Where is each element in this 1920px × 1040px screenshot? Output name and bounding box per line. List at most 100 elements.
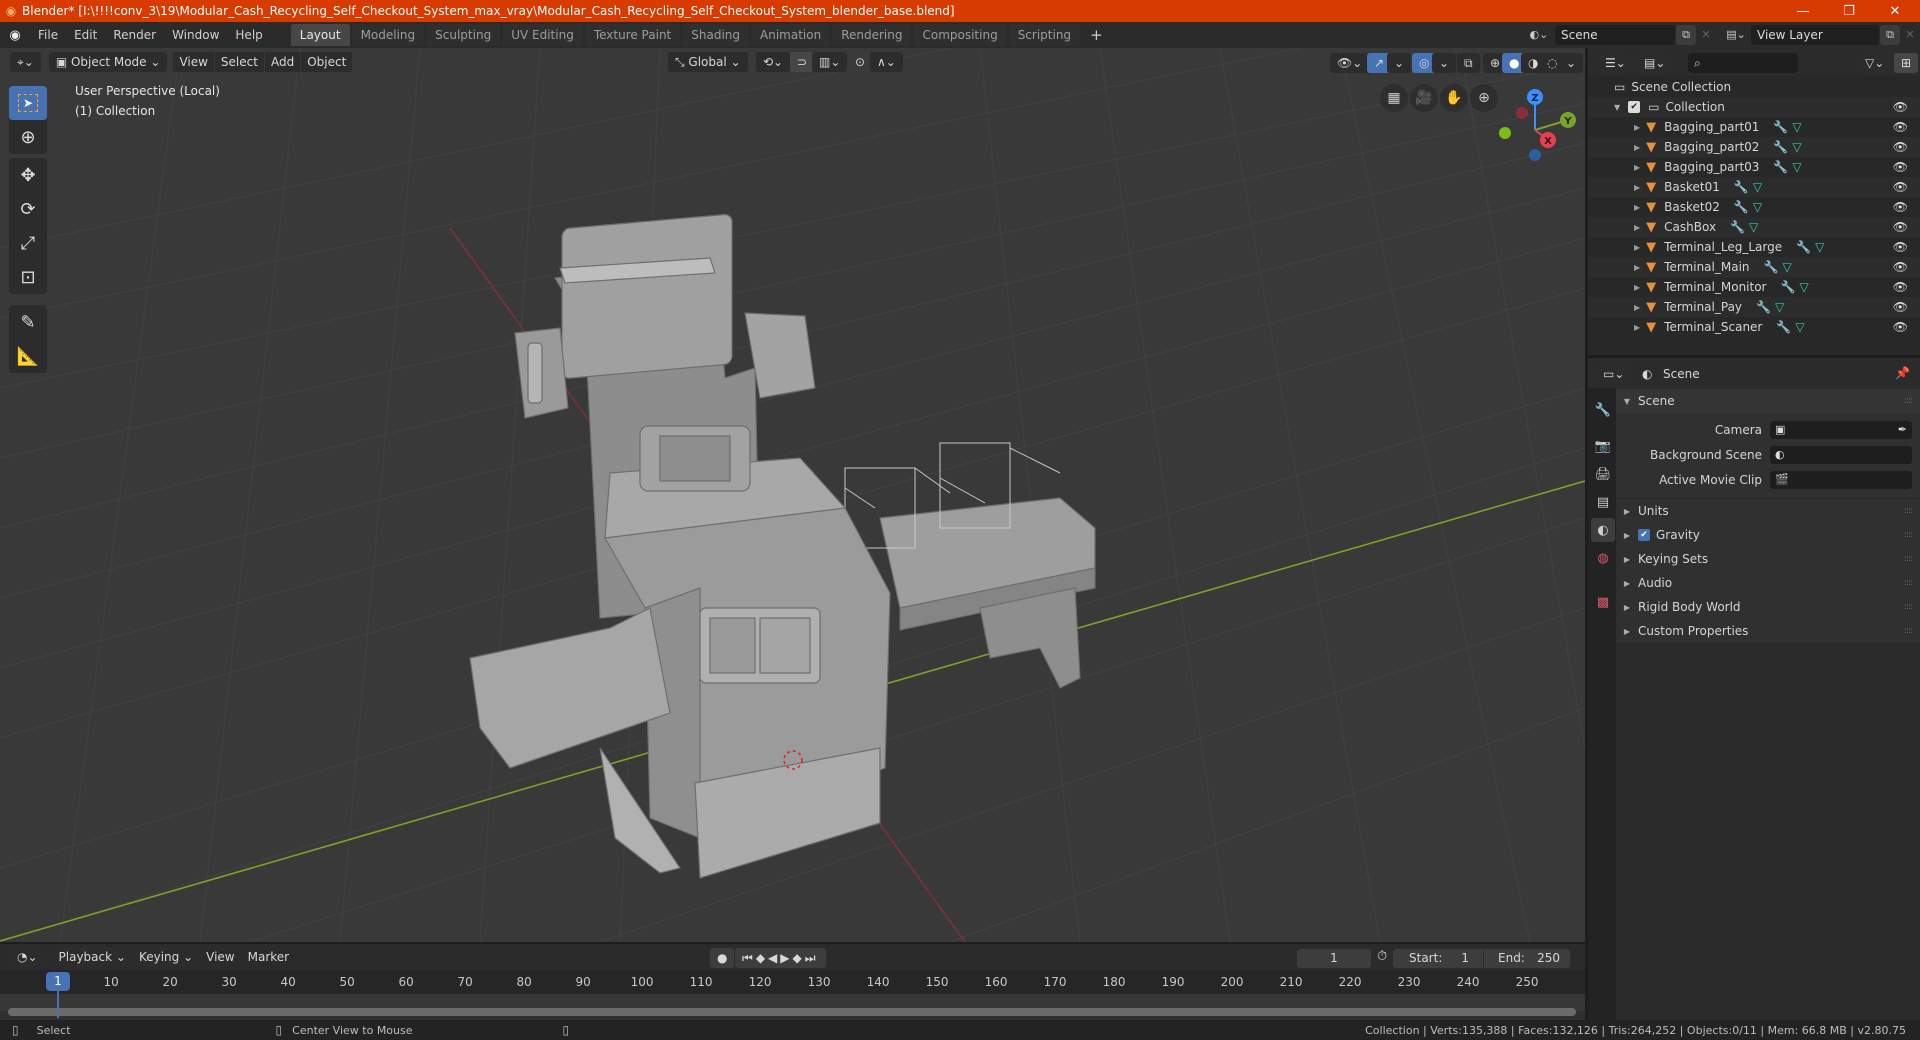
mesh-data-icon[interactable]: ▽ bbox=[1782, 260, 1791, 274]
xray-toggle-icon[interactable]: ⧉ bbox=[1457, 53, 1480, 73]
outliner-object-row[interactable]: ▶ ▼ Basket02 🔧 ▽ 👁 bbox=[1588, 197, 1920, 217]
tool-measure[interactable]: 📐 bbox=[9, 339, 47, 373]
menu-file[interactable]: File bbox=[30, 22, 66, 48]
modifier-wrench-icon[interactable]: 🔧 bbox=[1773, 160, 1788, 174]
tool-move[interactable]: ✥ bbox=[9, 158, 47, 192]
jump-end-icon[interactable]: ⏭ bbox=[805, 951, 819, 965]
start-frame-field[interactable]: Start: 1 bbox=[1393, 949, 1483, 968]
tab-modeling[interactable]: Modeling bbox=[351, 24, 425, 46]
tab-scripting[interactable]: Scripting bbox=[1008, 24, 1081, 46]
modifier-wrench-icon[interactable]: 🔧 bbox=[1773, 140, 1788, 154]
visibility-eye-icon[interactable]: 👁 bbox=[1893, 100, 1908, 114]
outliner-collection[interactable]: ▼ ✔ ▭ Collection 👁 bbox=[1588, 97, 1920, 117]
snap-toggle-icon[interactable]: ⊃ bbox=[790, 52, 815, 72]
gizmo-neg-z[interactable] bbox=[1529, 149, 1541, 161]
play-icon[interactable]: ▶ bbox=[780, 951, 792, 965]
visibility-eye-icon[interactable]: 👁 bbox=[1893, 140, 1908, 154]
panel-keying-sets[interactable]: ▶ Keying Sets:::: bbox=[1616, 547, 1920, 571]
modifier-wrench-icon[interactable]: 🔧 bbox=[1756, 300, 1771, 314]
menu-playback[interactable]: Playback ⌄ bbox=[52, 947, 132, 967]
outliner-object-row[interactable]: ▶ ▼ Terminal_Monitor 🔧 ▽ 👁 bbox=[1588, 277, 1920, 297]
tool-annotate[interactable]: ✎ bbox=[9, 305, 47, 339]
visibility-eye-icon[interactable]: 👁 bbox=[1893, 160, 1908, 174]
menu-timeline-view[interactable]: View bbox=[200, 947, 240, 967]
panel-custom-properties[interactable]: ▶ Custom Properties:::: bbox=[1616, 619, 1920, 643]
visibility-eye-icon[interactable]: 👁 bbox=[1893, 260, 1908, 274]
menu-edit[interactable]: Edit bbox=[66, 22, 105, 48]
visibility-eye-icon[interactable]: 👁 bbox=[1893, 200, 1908, 214]
menu-keying[interactable]: Keying ⌄ bbox=[132, 947, 200, 967]
timeline-editor-type-icon[interactable]: ◔⌄ bbox=[10, 947, 45, 967]
3d-viewport[interactable] bbox=[0, 48, 1585, 942]
tab-shading[interactable]: Shading bbox=[682, 24, 749, 46]
panel-scene-header[interactable]: ▼ Scene:::: bbox=[1616, 389, 1920, 413]
proportional-edit-icon[interactable]: ⊙ bbox=[848, 52, 873, 72]
maximize-button[interactable]: ❐ bbox=[1826, 0, 1872, 22]
tab-rendering[interactable]: Rendering bbox=[832, 24, 912, 46]
property-field-background-scene[interactable]: ◐ bbox=[1770, 446, 1912, 464]
visibility-selector-icon[interactable]: 👁⌄ bbox=[1330, 53, 1370, 73]
new-scene-icon[interactable]: ⧉ bbox=[1676, 25, 1696, 45]
outliner-editor-type-icon[interactable]: ☰⌄ bbox=[1598, 53, 1633, 73]
tab-scene-icon[interactable]: ◐ bbox=[1591, 518, 1615, 542]
outliner-object-row[interactable]: ▶ ▼ Terminal_Scaner 🔧 ▽ 👁 bbox=[1588, 317, 1920, 337]
eyedropper-icon[interactable]: ✒ bbox=[1898, 421, 1907, 439]
panel-units[interactable]: ▶ Units:::: bbox=[1616, 499, 1920, 523]
current-frame-field[interactable]: 1 bbox=[1297, 949, 1371, 968]
playback-controls[interactable]: ⏮◆◀▶◆⏭ bbox=[735, 948, 826, 968]
view-layer-icon[interactable]: ▤⌄ bbox=[1722, 25, 1750, 45]
tab-sculpting[interactable]: Sculpting bbox=[426, 24, 501, 46]
modifier-wrench-icon[interactable]: 🔧 bbox=[1734, 200, 1749, 214]
delete-view-layer-icon[interactable]: ✕ bbox=[1901, 25, 1919, 45]
tool-rotate[interactable]: ⟳ bbox=[9, 192, 47, 226]
collection-checkbox[interactable]: ✔ bbox=[1628, 101, 1641, 113]
record-button[interactable]: ● bbox=[710, 948, 735, 968]
mode-selector[interactable]: ▣ Object Mode ⌄ bbox=[48, 52, 168, 72]
close-button[interactable]: ✕ bbox=[1872, 0, 1918, 22]
drag-grip-icon[interactable]: :::: bbox=[1904, 602, 1913, 612]
gizmo-neg-x[interactable] bbox=[1516, 107, 1528, 119]
mesh-data-icon[interactable]: ▽ bbox=[1815, 240, 1824, 254]
outliner-object-row[interactable]: ▶ ▼ Terminal_Main 🔧 ▽ 👁 bbox=[1588, 257, 1920, 277]
menu-marker[interactable]: Marker bbox=[242, 947, 295, 967]
expand-arrow-icon[interactable]: ▶ bbox=[1634, 303, 1640, 312]
modifier-wrench-icon[interactable]: 🔧 bbox=[1734, 180, 1749, 194]
panel-audio[interactable]: ▶ Audio:::: bbox=[1616, 571, 1920, 595]
modifier-wrench-icon[interactable]: 🔧 bbox=[1796, 240, 1811, 254]
pivot-point-icon[interactable]: ⟲⌄ bbox=[756, 52, 791, 72]
expand-arrow-icon[interactable]: ▶ bbox=[1634, 283, 1640, 292]
prev-keyframe-icon[interactable]: ◆ bbox=[756, 951, 768, 965]
minimize-button[interactable]: — bbox=[1780, 0, 1826, 22]
outliner-object-row[interactable]: ▶ ▼ Bagging_part01 🔧 ▽ 👁 bbox=[1588, 117, 1920, 137]
visibility-eye-icon[interactable]: 👁 bbox=[1893, 320, 1908, 334]
tool-transform[interactable]: ⊡ bbox=[9, 260, 47, 294]
drag-grip-icon[interactable]: :::: bbox=[1904, 530, 1913, 540]
expand-arrow-icon[interactable]: ▶ bbox=[1634, 203, 1640, 212]
transform-orientation-selector[interactable]: ⤡ Global ⌄ bbox=[668, 52, 748, 72]
gravity-checkbox[interactable]: ✔ bbox=[1638, 529, 1650, 541]
properties-editor-type-icon[interactable]: ▭⌄ bbox=[1596, 364, 1632, 384]
proportional-falloff-icon[interactable]: ∧⌄ bbox=[870, 52, 903, 72]
outliner-search-input[interactable]: ⌕ bbox=[1688, 53, 1798, 73]
camera-view-icon[interactable]: 🎥 bbox=[1410, 84, 1438, 112]
toggle-ortho-grid-icon[interactable]: ▦ bbox=[1380, 84, 1408, 112]
collapse-arrow-icon[interactable]: ▼ bbox=[1614, 103, 1620, 112]
outliner-object-row[interactable]: ▶ ▼ Basket01 🔧 ▽ 👁 bbox=[1588, 177, 1920, 197]
tab-texture-paint[interactable]: Texture Paint bbox=[584, 24, 681, 46]
timeline-scrollbar[interactable] bbox=[8, 1008, 1576, 1016]
drag-grip-icon[interactable]: :::: bbox=[1904, 626, 1913, 636]
blender-menu-icon[interactable]: ◉ bbox=[0, 28, 30, 43]
tool-cursor[interactable]: ⊕ bbox=[9, 120, 47, 154]
expand-arrow-icon[interactable]: ▶ bbox=[1634, 323, 1640, 332]
expand-arrow-icon[interactable]: ▶ bbox=[1634, 223, 1640, 232]
menu-view[interactable]: View bbox=[173, 52, 214, 72]
tab-world-icon[interactable]: ◍ bbox=[1591, 546, 1615, 570]
property-field-camera[interactable]: ▣ ✒ bbox=[1770, 421, 1912, 439]
visibility-eye-icon[interactable]: 👁 bbox=[1893, 280, 1908, 294]
mesh-data-icon[interactable]: ▽ bbox=[1753, 180, 1762, 194]
outliner-object-row[interactable]: ▶ ▼ Bagging_part02 🔧 ▽ 👁 bbox=[1588, 137, 1920, 157]
outliner-object-row[interactable]: ▶ ▼ Terminal_Leg_Large 🔧 ▽ 👁 bbox=[1588, 237, 1920, 257]
visibility-eye-icon[interactable]: 👁 bbox=[1893, 180, 1908, 194]
mesh-data-icon[interactable]: ▽ bbox=[1749, 220, 1758, 234]
playhead-frame-badge[interactable]: 1 bbox=[46, 972, 70, 991]
